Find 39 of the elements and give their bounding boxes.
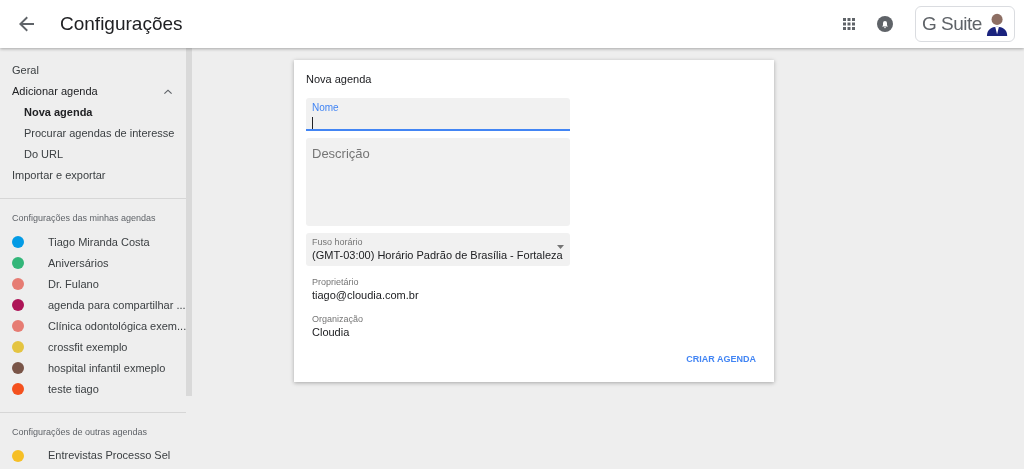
- sidebar-item[interactable]: Procurar agendas de interesse: [24, 125, 175, 142]
- sidebar-item[interactable]: Importar e exportar: [12, 167, 106, 184]
- field-value: (GMT-03:00) Horário Padrão de Brasília - Fortaleza: [312, 248, 564, 262]
- avatar-icon: [985, 11, 1008, 37]
- field-label: Proprietário: [312, 276, 360, 288]
- sidebar-item[interactable]: Geral: [12, 62, 39, 79]
- calendar-item[interactable]: Clínica odontológica exem...: [48, 317, 186, 335]
- calendar-item[interactable]: Entrevistas Processo Sel: [48, 447, 171, 464]
- calendar-item[interactable]: agenda para compartilhar ...: [48, 296, 186, 314]
- card-title: Nova agenda: [306, 72, 373, 86]
- field-label: Nome: [312, 102, 340, 114]
- description-field[interactable]: Descrição: [306, 138, 570, 226]
- field-label: Organização: [312, 313, 365, 325]
- field-value: Cloudia: [312, 325, 351, 339]
- dropdown-caret-icon: [557, 245, 564, 249]
- section-heading: Configurações de outras agendas: [11, 425, 149, 439]
- sidebar-item[interactable]: Do URL: [24, 146, 64, 163]
- collapse-chevron-icon[interactable]: [164, 89, 172, 94]
- account-button[interactable]: G Suite: [915, 6, 1015, 42]
- calendar-item[interactable]: hospital infantil exmeplo: [48, 359, 166, 377]
- calendar-item[interactable]: crossfit exemplo: [48, 338, 128, 356]
- create-calendar-button[interactable]: CRIAR AGENDA: [682, 348, 760, 370]
- sidebar-item[interactable]: Nova agenda: [24, 104, 93, 121]
- text-cursor: [312, 117, 313, 129]
- timezone-dropdown[interactable]: Fuso horário (GMT-03:00) Horário Padrão de Brasília - Fortaleza: [306, 233, 570, 266]
- calendar-item[interactable]: Tiago Miranda Costa: [48, 233, 150, 251]
- calendar-item[interactable]: teste tiago: [48, 380, 99, 398]
- apps-grid-icon: [843, 18, 855, 30]
- section-heading: Configurações das minhas agendas: [11, 212, 157, 225]
- field-value: tiago@cloudia.com.br: [312, 288, 420, 302]
- calendar-item[interactable]: Aniversários: [48, 254, 109, 272]
- page-title: Configurações: [60, 11, 183, 36]
- sidebar-item[interactable]: Adicionar agenda: [12, 83, 98, 100]
- back-arrow-icon: [19, 16, 35, 32]
- calendar-item[interactable]: Dr. Fulano: [48, 275, 99, 293]
- field-label: Fuso horário: [312, 237, 363, 248]
- brand-logo: G Suite: [922, 11, 982, 36]
- bell-icon: [877, 16, 893, 32]
- scrollbar-thumb[interactable]: [186, 48, 192, 396]
